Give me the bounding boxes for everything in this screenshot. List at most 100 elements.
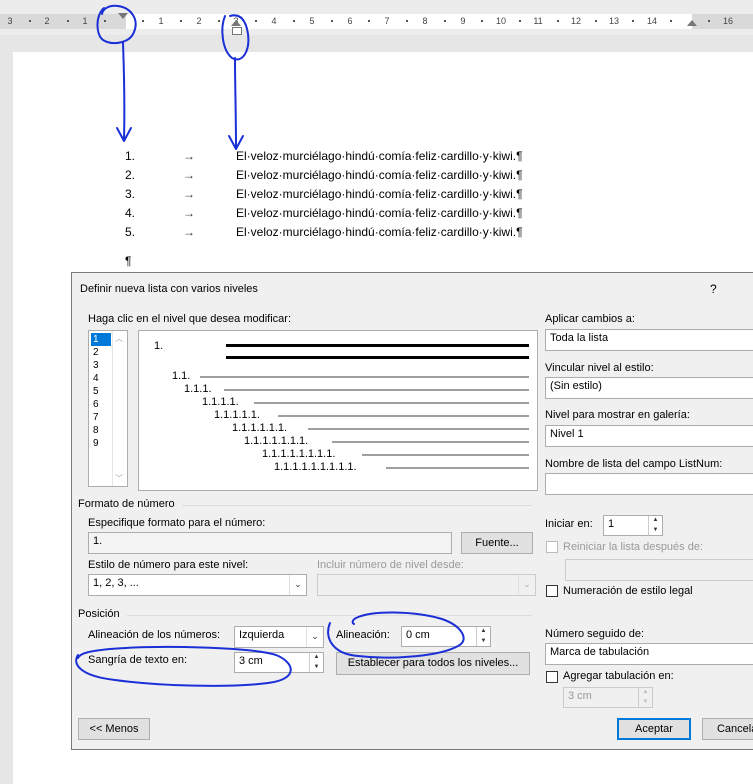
ruler-number: 14 [646, 16, 658, 26]
ruler-tick [104, 20, 106, 22]
list-text: El·veloz·murciélago·hindú·comía·feliz·ca… [236, 225, 523, 239]
section-divider [182, 505, 532, 506]
level-list[interactable]: ︿ ﹀ 123456789 [88, 330, 128, 487]
number-style-label: Estilo de número para este nivel: [88, 559, 249, 571]
preview-text-line [226, 356, 529, 359]
less-button[interactable]: << Menos [78, 718, 150, 740]
start-at-label: Iniciar en: [545, 518, 593, 530]
list-number: 2. [125, 168, 136, 182]
ruler-tick [670, 20, 672, 22]
format-label: Especifique formato para el número: [88, 517, 266, 529]
level-item[interactable]: 6 [91, 398, 111, 411]
preview-text-line [254, 402, 529, 404]
spinner-arrows[interactable]: ▲ ▼ [476, 627, 490, 646]
define-multilevel-list-dialog: Definir nueva lista con varios niveles ?… [71, 272, 753, 750]
list-number: 3. [125, 187, 136, 201]
number-format-section: Formato de número [78, 498, 175, 510]
preview-number: 1.1.1.1.1.1. [232, 422, 288, 434]
ruler-tick [557, 20, 559, 22]
ruler-number: 8 [422, 16, 428, 26]
preview-number: 1.1.1.1.1.1.1.1.1. [274, 461, 357, 473]
spinner-arrows[interactable]: ▲ ▼ [309, 653, 323, 672]
ruler-tick [519, 20, 521, 22]
number-format-input[interactable]: 1. [88, 532, 452, 554]
first-line-indent-marker[interactable] [118, 13, 128, 19]
left-indent-marker[interactable] [232, 27, 242, 35]
ruler-number: 2 [44, 16, 50, 26]
preview-text-line [332, 441, 529, 443]
listnum-input[interactable] [545, 473, 753, 495]
ruler-tick [218, 20, 220, 22]
ruler-tick [406, 20, 408, 22]
level-item[interactable]: 3 [91, 359, 111, 372]
list-number: 1. [125, 149, 136, 163]
gallery-level-select[interactable]: Nivel 1 [545, 425, 753, 447]
position-section: Posición [78, 608, 120, 620]
level-list-scrollbar[interactable]: ︿ ﹀ [112, 331, 127, 486]
cancel-button[interactable]: Cancelar [702, 718, 753, 740]
right-indent-marker[interactable] [687, 20, 697, 26]
apply-changes-select[interactable]: Toda la lista [545, 329, 753, 351]
spinner-arrows[interactable]: ▲ ▼ [638, 688, 652, 707]
ruler-tick [331, 20, 333, 22]
ruler-tick [180, 20, 182, 22]
ruler-number: 1 [82, 16, 88, 26]
aligned-at-spinner[interactable]: 0 cm ▲ ▼ [401, 626, 491, 647]
ruler-tick [595, 20, 597, 22]
start-at-spinner[interactable]: 1 ▲ ▼ [603, 515, 663, 536]
level-item[interactable]: 5 [91, 385, 111, 398]
preview-number: 1. [154, 340, 164, 352]
list-text: El·veloz·murciélago·hindú·comía·feliz·ca… [236, 168, 523, 182]
level-item[interactable]: 9 [91, 437, 111, 450]
ruler-tick [29, 20, 31, 22]
dialog-title: Definir nueva lista con varios niveles [80, 283, 258, 295]
legal-style-label: Numeración de estilo legal [563, 585, 693, 597]
level-item[interactable]: 1 [91, 333, 111, 346]
spinner-arrows[interactable]: ▲ ▼ [648, 516, 662, 535]
text-indent-spinner[interactable]: 3 cm ▲ ▼ [234, 652, 324, 673]
help-button[interactable]: ? [710, 282, 717, 296]
preview-text-line [308, 428, 529, 430]
level-prompt: Haga clic en el nivel que desea modifica… [88, 313, 292, 325]
hanging-indent-marker[interactable] [231, 20, 241, 26]
preview-number: 1.1.1.1.1. [214, 409, 260, 421]
level-item[interactable]: 2 [91, 346, 111, 359]
ruler-number: 3 [7, 16, 13, 26]
chevron-down-icon: ⌄ [289, 575, 306, 595]
followed-by-label: Número seguido de: [545, 628, 645, 640]
ruler-number: 13 [608, 16, 620, 26]
restart-after-select[interactable] [565, 559, 753, 581]
scroll-down-icon[interactable]: ﹀ [115, 473, 123, 484]
ok-button[interactable]: Aceptar [617, 718, 691, 740]
link-style-select[interactable]: (Sin estilo) [545, 377, 753, 399]
number-alignment-select[interactable]: Izquierda ⌄ [234, 626, 324, 648]
gallery-level-label: Nivel para mostrar en galería: [545, 409, 690, 421]
preview-text-line [200, 376, 529, 378]
ruler-number: 12 [570, 16, 582, 26]
restart-list-checkbox[interactable] [546, 541, 558, 553]
tab-arrow: → [183, 168, 195, 182]
add-tab-spinner[interactable]: 3 cm ▲ ▼ [563, 687, 653, 708]
include-level-select[interactable]: ⌄ [317, 574, 536, 596]
set-for-all-levels-button[interactable]: Establecer para todos los niveles... [336, 652, 530, 675]
chevron-down-icon: ⌄ [306, 627, 323, 647]
scroll-up-icon[interactable]: ︿ [115, 333, 123, 344]
ruler-tick [142, 20, 144, 22]
followed-by-select[interactable]: Marca de tabulación [545, 643, 753, 665]
ruler-number: 11 [533, 16, 543, 26]
tab-arrow: → [183, 206, 195, 220]
listnum-label: Nombre de lista del campo ListNum: [545, 458, 723, 470]
level-item[interactable]: 7 [91, 411, 111, 424]
list-number: 4. [125, 206, 136, 220]
ruler-tick [708, 20, 710, 22]
level-item[interactable]: 8 [91, 424, 111, 437]
number-alignment-label: Alineación de los números: [88, 629, 221, 641]
restart-list-label: Reiniciar la lista después de: [563, 541, 704, 553]
level-item[interactable]: 4 [91, 372, 111, 385]
add-tab-checkbox[interactable] [546, 671, 558, 683]
legal-style-checkbox[interactable] [546, 585, 558, 597]
level-preview: 1. 1.1. 1.1.1. 1.1.1.1. 1.1.1.1.1. 1.1.1.1.1.… [138, 330, 538, 491]
preview-number: 1.1.1.1.1.1.1. [244, 435, 309, 447]
font-button[interactable]: Fuente... [461, 532, 533, 554]
number-style-select[interactable]: 1, 2, 3, ... ⌄ [88, 574, 307, 596]
